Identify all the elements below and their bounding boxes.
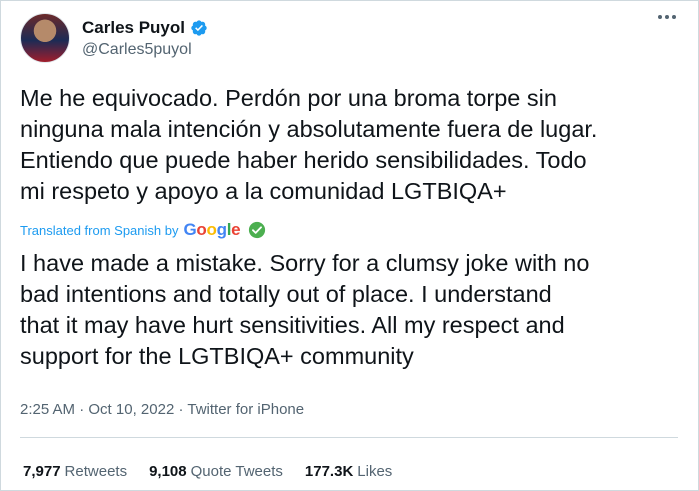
tweet-metadata: 2:25 AM · Oct 10, 2022 · Twitter for iPh… [20, 401, 304, 418]
quotes-label: Quote Tweets [190, 463, 283, 480]
quote-tweets-stat[interactable]: 9,108 Quote Tweets [149, 463, 283, 480]
meta-separator: · [79, 401, 89, 418]
tweet-date[interactable]: Oct 10, 2022 [88, 401, 174, 418]
author-display-name[interactable]: Carles Puyol [82, 18, 185, 38]
retweets-count: 7,977 [23, 463, 61, 480]
check-circle-icon [249, 221, 266, 239]
author-handle[interactable]: @Carles5puyol [82, 41, 208, 59]
retweets-stat[interactable]: 7,977 Retweets [23, 463, 127, 480]
more-dot [658, 15, 662, 19]
tweet-original-text: Me he equivocado. Perdón por una broma t… [20, 85, 598, 204]
verified-badge-icon [191, 19, 207, 36]
retweets-label: Retweets [64, 463, 128, 480]
likes-count: 177.3K [304, 463, 354, 480]
translation-label[interactable]: Translated from Spanish by [20, 223, 178, 238]
tweet-header: Carles Puyol @Carles5puyol [20, 13, 208, 63]
likes-stat[interactable]: 177.3K Likes [305, 463, 392, 480]
google-logo: Google [183, 220, 241, 239]
more-options-icon[interactable] [658, 15, 676, 19]
quotes-count: 9,108 [149, 463, 187, 480]
more-dot [672, 15, 676, 19]
more-dot [665, 15, 669, 19]
name-row: Carles Puyol [82, 18, 208, 38]
engagement-stats: 7,977 Retweets 9,108 Quote Tweets 177.3K Li… [23, 463, 392, 480]
author-names: Carles Puyol @Carles5puyol [82, 18, 208, 59]
tweet-source[interactable]: Twitter for iPhone [187, 401, 304, 418]
tweet-translated-text: I have made a mistake. Sorry for a clums… [20, 250, 590, 369]
avatar[interactable] [20, 13, 70, 63]
translation-attribution: Translated from Spanish by Google [20, 220, 266, 240]
divider [20, 437, 678, 438]
tweet-time[interactable]: 2:25 AM [20, 401, 75, 418]
likes-label: Likes [357, 463, 393, 480]
tweet-card: Carles Puyol @Carles5puyol Me he equivoc… [0, 0, 699, 491]
